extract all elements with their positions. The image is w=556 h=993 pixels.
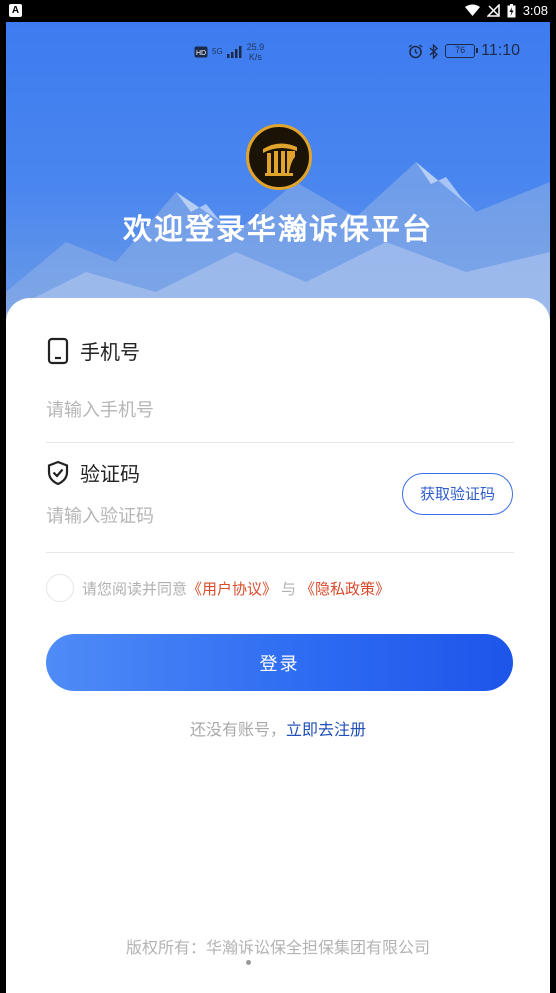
app-status-bar: HD 5G 25.9 K/s 76 11:10 (6, 40, 550, 66)
speed-unit: K/s (248, 52, 262, 62)
battery-charging-icon (507, 3, 516, 17)
app-battery: 76 (445, 44, 479, 58)
phone-label-row: 手机号 (46, 336, 140, 365)
phone-input[interactable] (46, 392, 514, 428)
system-status-bar: A 3:08 (0, 0, 556, 22)
company-logo (246, 124, 312, 190)
system-time: 3:08 (522, 3, 548, 18)
hd-icon: HD (194, 46, 208, 58)
app-window: HD 5G 25.9 K/s 76 11:10 欢迎登录华瀚诉保平台 手机号 请… (6, 22, 550, 993)
wifi-icon (464, 4, 480, 16)
app-status-right: 76 11:10 (408, 42, 520, 60)
phone-divider (46, 442, 514, 443)
phone-label: 手机号 (80, 340, 140, 364)
welcome-title: 欢迎登录华瀚诉保平台 (122, 212, 433, 246)
agreement-checkbox[interactable] (46, 574, 74, 602)
notification-badge: A (9, 4, 22, 17)
code-divider (46, 552, 514, 553)
login-button[interactable]: 登录 (46, 634, 513, 691)
agreement-row: 请您阅读并同意 《用户协议》 与 《隐私政策》 (46, 574, 390, 602)
svg-text:HD: HD (196, 50, 206, 57)
network-indicator: HD 5G 25.9 K/s (194, 42, 264, 62)
speed-value: 25.9 (246, 42, 265, 52)
privacy-policy-link[interactable]: 《隐私政策》 (300, 578, 390, 599)
phone-icon (47, 337, 69, 364)
alarm-icon (408, 43, 423, 58)
get-code-button[interactable]: 获取验证码 (402, 473, 513, 515)
agreement-connector: 与 (281, 579, 297, 598)
hero-banner: HD 5G 25.9 K/s 76 11:10 欢迎登录华瀚诉保平台 (6, 22, 550, 322)
login-card: 手机号 验证码 获取验证码 请您阅读并同意 《用户协议》 与 《隐 (6, 298, 550, 993)
page-indicator-dot (246, 960, 251, 965)
register-hint: 还没有账号， (189, 720, 286, 739)
signal-off-icon (486, 4, 500, 17)
network-type: 5G (212, 47, 223, 56)
code-input[interactable] (46, 498, 386, 534)
register-link[interactable]: 立即去注册 (286, 720, 366, 739)
code-label-row: 验证码 (46, 458, 140, 487)
pillar-logo-icon (263, 143, 297, 176)
register-row: 还没有账号，立即去注册 (6, 716, 550, 740)
device-screen: A 3:08 HD 5G 25.9 K/s 76 11:10 欢迎登录华瀚诉保平… (0, 0, 556, 993)
app-clock: 11:10 (481, 42, 520, 59)
shield-check-icon (47, 460, 69, 485)
signal-bars-icon (226, 46, 242, 58)
system-status-right: 3:08 (464, 3, 548, 18)
bluetooth-icon (429, 43, 439, 59)
copyright-text: 版权所有：华瀚诉讼保全担保集团有限公司 (125, 938, 430, 957)
agreement-prefix: 请您阅读并同意 (82, 579, 188, 598)
network-speed: 25.9 K/s (247, 42, 265, 62)
code-label: 验证码 (80, 462, 140, 486)
user-agreement-link[interactable]: 《用户协议》 (187, 578, 277, 599)
